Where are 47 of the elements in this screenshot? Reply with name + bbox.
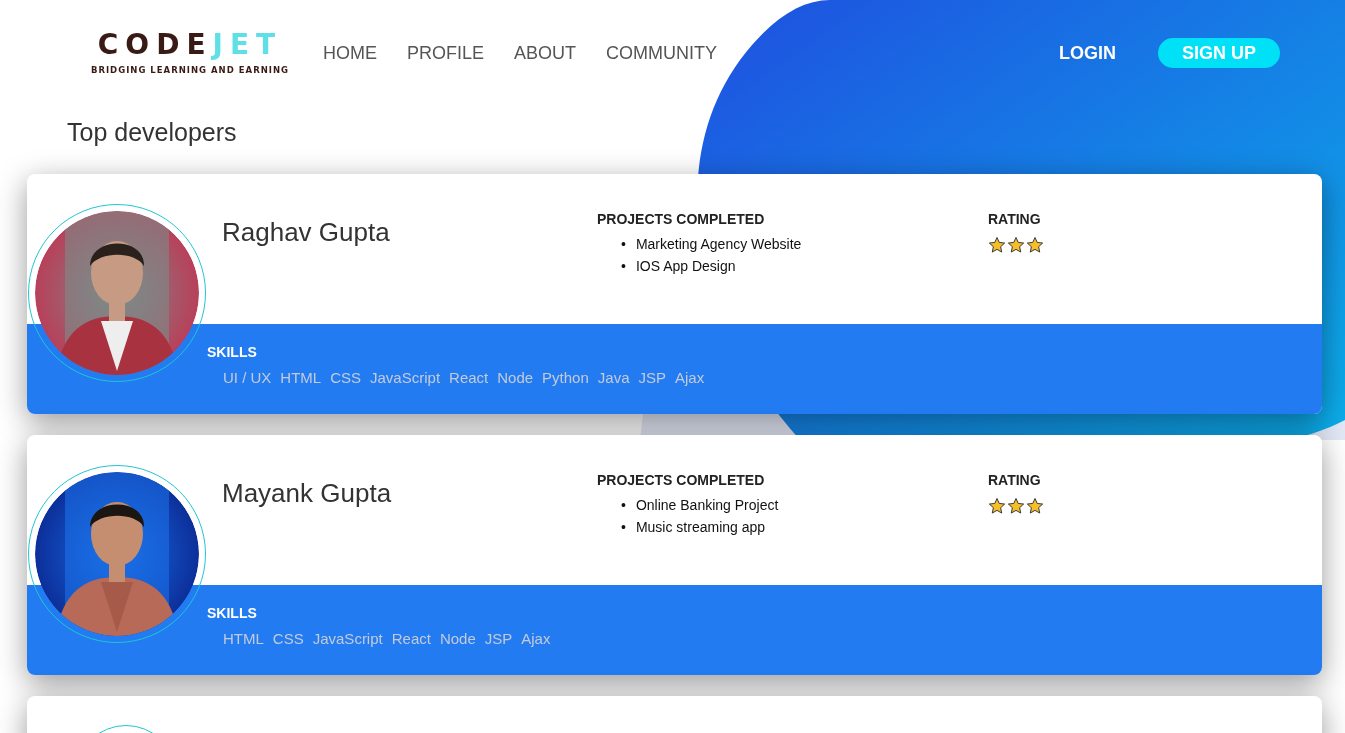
skill-tag: Java <box>597 369 630 386</box>
star-icon <box>1007 236 1025 254</box>
skill-tag: JSP <box>638 369 666 386</box>
rating-label: RATING <box>988 472 1042 488</box>
skill-tag: Node <box>497 369 534 386</box>
project-item: Marketing Agency Website <box>635 235 802 254</box>
logo-text: CODE JET <box>97 27 283 61</box>
skill-tag: UI / UX <box>223 369 272 386</box>
nav-link[interactable]: HOME <box>323 42 377 64</box>
skill-tag: JavaScript <box>312 630 383 647</box>
skill-tag: Node <box>439 630 476 647</box>
bullet-mark: • <box>621 235 626 254</box>
star-icon <box>1007 497 1025 515</box>
projects-label: PROJECTS COMPLETED <box>597 472 766 488</box>
skill-tag: JavaScript <box>370 369 441 386</box>
skill-tag: CSS <box>330 369 362 386</box>
developer-name: Mayank Gupta <box>222 478 393 510</box>
skill-tag: Ajax <box>675 369 705 386</box>
skill-tag: CSS <box>272 630 304 647</box>
star-icon <box>1026 236 1044 254</box>
bullet-mark: • <box>621 496 626 515</box>
bullet-mark: • <box>621 257 626 276</box>
nav-link[interactable]: COMMUNITY <box>606 42 718 64</box>
skill-tag: React <box>449 369 489 386</box>
logo-tagline: BRIDGING LEARNING AND EARNING <box>90 64 290 75</box>
skill-tag: HTML <box>280 369 322 386</box>
skill-tag: JSP <box>484 630 513 647</box>
star-icon <box>1026 497 1044 515</box>
skill-tag: React <box>391 630 431 647</box>
projects-label: PROJECTS COMPLETED <box>597 211 766 227</box>
skills-label: SKILLS <box>207 344 258 360</box>
skill-tag: Python <box>542 369 589 386</box>
skills-label: SKILLS <box>207 605 258 621</box>
login-link[interactable]: LOGIN <box>1059 42 1116 64</box>
rating-label: RATING <box>988 211 1042 227</box>
skill-tag: HTML <box>223 630 264 647</box>
developer-name: Raghav Gupta <box>222 217 391 249</box>
bullet-mark: • <box>621 518 626 537</box>
nav-link[interactable]: PROFILE <box>407 42 485 64</box>
nav-link[interactable]: ABOUT <box>514 42 577 64</box>
star-icon <box>988 236 1006 254</box>
project-item: Online Banking Project <box>635 496 779 515</box>
skill-tag: Ajax <box>521 630 551 647</box>
star-icon <box>988 497 1006 515</box>
page-heading: Top developers <box>67 118 238 147</box>
project-item: IOS App Design <box>635 257 736 276</box>
project-item: Music streaming app <box>635 518 766 537</box>
